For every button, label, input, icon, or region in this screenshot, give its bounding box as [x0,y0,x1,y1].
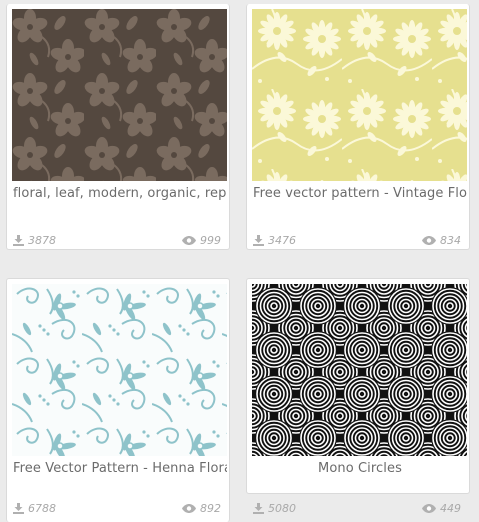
pattern-thumbnail-vintage-floral[interactable] [252,9,467,181]
pattern-stats: 3878 999 [13,232,225,248]
download-icon [13,234,24,246]
pattern-thumbnail-floral-leaf[interactable] [12,9,227,181]
download-count: 3476 [253,232,296,248]
download-icon [253,502,264,514]
pattern-card[interactable]: Free Vector Pattern - Henna Floral 6788 … [6,278,230,522]
eye-icon [182,235,196,245]
view-count: 449 [422,500,461,516]
download-icon [253,234,264,246]
pattern-card[interactable]: Mono Circles 5080 449 [246,278,470,515]
pattern-thumbnail-mono-circles[interactable] [252,284,467,456]
eye-icon [422,503,436,513]
pattern-thumbnail-henna-floral[interactable] [12,284,227,456]
download-count: 5080 [253,500,296,516]
download-icon [13,502,24,514]
eye-icon [422,235,436,245]
pattern-stats: 5080 449 [253,500,465,516]
download-count: 6788 [13,500,56,516]
pattern-stats: 6788 892 [13,500,225,516]
view-count: 834 [422,232,461,248]
view-count: 999 [182,232,221,248]
pattern-title[interactable]: Mono Circles [253,459,467,479]
pattern-title[interactable]: Free vector pattern - Vintage Floral [253,184,467,204]
download-count: 3878 [13,232,56,248]
pattern-title[interactable]: floral, leaf, modern, organic, repeat [13,184,227,204]
pattern-card[interactable]: floral, leaf, modern, organic, repeat 38… [6,4,230,250]
pattern-title[interactable]: Free Vector Pattern - Henna Floral [13,459,227,479]
pattern-stats: 3476 834 [253,232,465,248]
view-count: 892 [182,500,221,516]
pattern-card[interactable]: Free vector pattern - Vintage Floral 347… [246,4,470,250]
eye-icon [182,503,196,513]
